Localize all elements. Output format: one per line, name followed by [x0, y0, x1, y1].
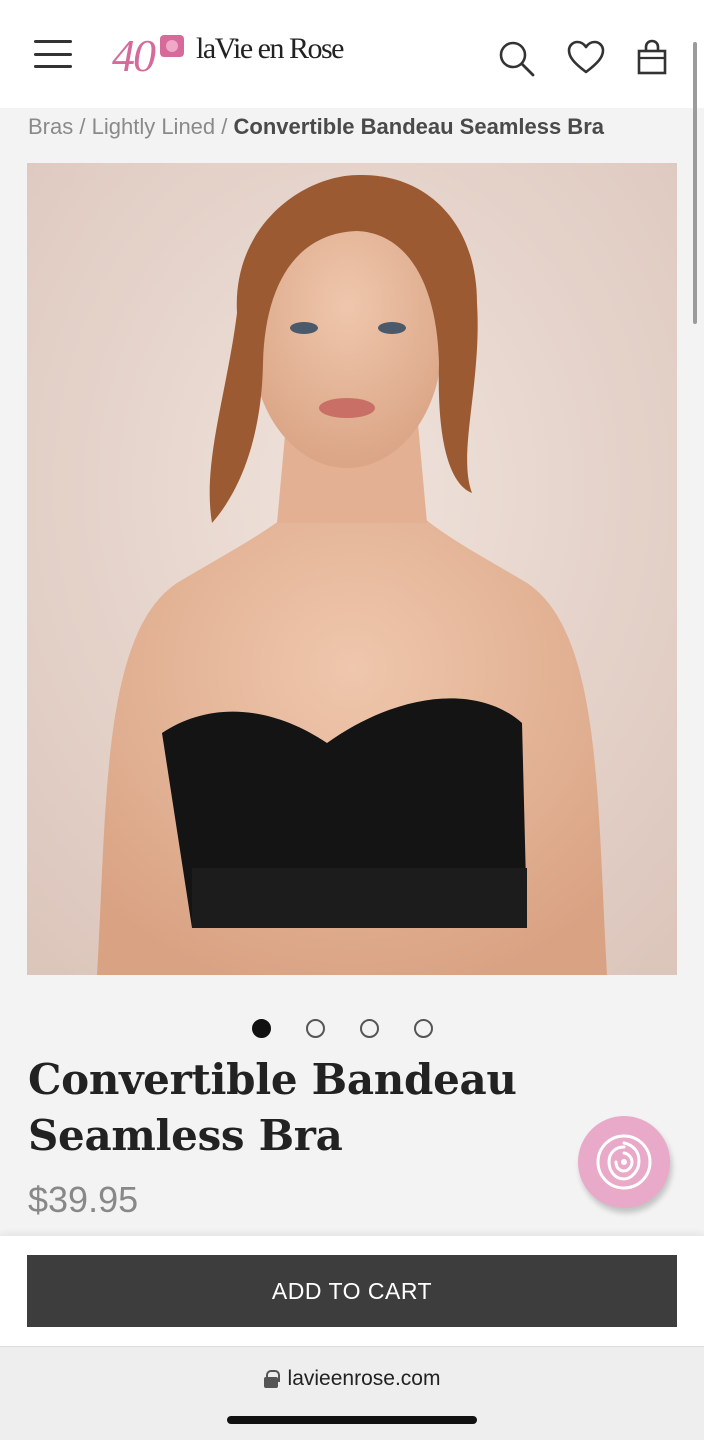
address-bar[interactable]: lavieenrose.com [0, 1367, 704, 1391]
breadcrumb-separator: / [79, 114, 92, 139]
url-text: lavieenrose.com [287, 1367, 441, 1390]
heart-icon[interactable] [566, 38, 606, 78]
rose-icon [596, 1134, 652, 1190]
gallery-dot-2[interactable] [306, 1019, 325, 1038]
breadcrumb: Bras / Lightly Lined / Convertible Bande… [28, 112, 604, 142]
breadcrumb-separator: / [221, 114, 234, 139]
product-page: 40 laVie en Rose Bras / Lightly Lined / … [0, 0, 704, 1440]
gallery-dots [252, 1019, 433, 1038]
product-title: Convertible Bandeau Seamless Bra [28, 1055, 517, 1160]
page-scrollbar[interactable] [693, 42, 697, 324]
browser-toolbar: lavieenrose.com [0, 1346, 704, 1440]
lock-icon [263, 1370, 280, 1388]
gallery-dot-1[interactable] [252, 1019, 271, 1038]
add-to-cart-button[interactable]: ADD TO CART [27, 1255, 677, 1327]
logo[interactable]: 40 laVie en Rose [112, 30, 344, 82]
home-indicator[interactable] [227, 1416, 477, 1424]
breadcrumb-current: Convertible Bandeau Seamless Bra [233, 114, 604, 139]
bag-icon[interactable] [632, 38, 672, 78]
menu-icon[interactable] [34, 40, 72, 68]
anniversary-badge: 40 [112, 31, 188, 81]
product-photo [27, 163, 677, 975]
logo-text: laVie en Rose [196, 32, 344, 65]
gallery-dot-4[interactable] [414, 1019, 433, 1038]
product-image[interactable] [27, 163, 677, 975]
logo-anniversary-number: 40 [112, 30, 156, 81]
gallery-dot-3[interactable] [360, 1019, 379, 1038]
rose-icon [160, 35, 184, 57]
chat-rose-button[interactable] [578, 1116, 670, 1208]
search-icon[interactable] [496, 38, 536, 78]
product-price: $39.95 [28, 1179, 139, 1220]
breadcrumb-link-lightly-lined[interactable]: Lightly Lined [92, 114, 216, 139]
breadcrumb-link-bras[interactable]: Bras [28, 114, 73, 139]
sticky-cart-bar: ADD TO CART [0, 1236, 704, 1346]
site-header: 40 laVie en Rose [0, 0, 704, 108]
